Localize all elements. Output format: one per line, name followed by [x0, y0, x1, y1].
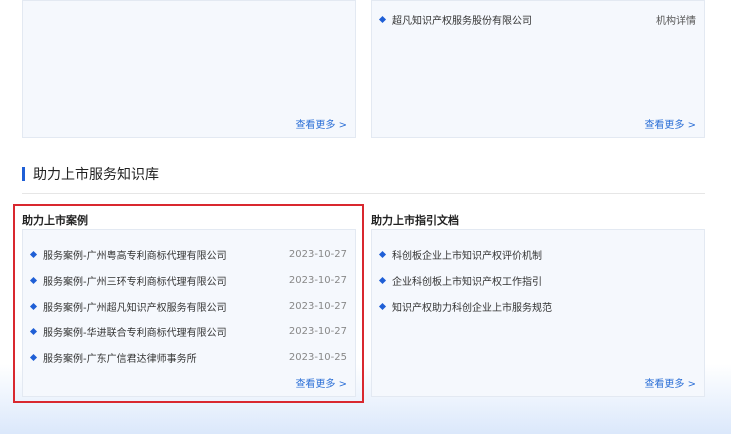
diamond-bullet-icon — [378, 250, 387, 259]
diamond-bullet-icon — [29, 302, 38, 311]
guides-title: 助力上市指引文档 — [371, 214, 459, 227]
org-detail-link[interactable]: 机构详情 — [656, 12, 696, 27]
section-title-text: 助力上市服务知识库 — [33, 167, 159, 183]
case-title[interactable]: 服务案例-广州三环专利商标代理有限公司 — [43, 273, 281, 288]
diamond-bullet-icon — [29, 250, 38, 259]
guide-title[interactable]: 科创板企业上市知识产权评价机制 — [392, 247, 696, 262]
list-item[interactable]: 服务案例-华进联合专利商标代理有限公司 2023-10-27 — [29, 324, 347, 339]
case-date: 2023-10-27 — [288, 275, 347, 286]
cases-title: 助力上市案例 — [22, 214, 88, 227]
guide-title[interactable]: 企业科创板上市知识产权工作指引 — [392, 273, 696, 288]
list-item[interactable]: 超凡知识产权服务股份有限公司 机构详情 — [378, 12, 696, 27]
case-date: 2023-10-27 — [288, 249, 347, 260]
list-item[interactable]: 企业科创板上市知识产权工作指引 — [378, 273, 696, 288]
diamond-bullet-icon — [378, 15, 387, 24]
case-date: 2023-10-27 — [288, 326, 347, 337]
guides-more-link[interactable]: 查看更多 > — [644, 375, 696, 390]
cases-panel: 服务案例-广州粤高专利商标代理有限公司 2023-10-27 服务案例-广州三环… — [22, 229, 356, 397]
list-item[interactable]: 服务案例-广州三环专利商标代理有限公司 2023-10-27 — [29, 273, 347, 288]
cases-more-link[interactable]: 查看更多 > — [295, 375, 347, 390]
diamond-bullet-icon — [378, 276, 387, 285]
diamond-bullet-icon — [29, 276, 38, 285]
top-left-panel: 查看更多 > — [22, 0, 356, 138]
case-title[interactable]: 服务案例-广东广信君达律师事务所 — [43, 350, 281, 365]
case-date: 2023-10-27 — [288, 301, 347, 312]
list-item[interactable]: 知识产权助力科创企业上市服务规范 — [378, 299, 696, 314]
diamond-bullet-icon — [378, 302, 387, 311]
top-right-more-link[interactable]: 查看更多 > — [644, 116, 696, 131]
section-divider — [22, 193, 705, 194]
diamond-bullet-icon — [29, 353, 38, 362]
case-title[interactable]: 服务案例-华进联合专利商标代理有限公司 — [43, 324, 281, 339]
top-right-panel: 超凡知识产权服务股份有限公司 机构详情 查看更多 > — [371, 0, 705, 138]
list-item[interactable]: 服务案例-广州超凡知识产权服务有限公司 2023-10-27 — [29, 299, 347, 314]
list-item[interactable]: 科创板企业上市知识产权评价机制 — [378, 247, 696, 262]
section-bar-icon — [22, 167, 25, 181]
section-heading: 助力上市服务知识库 — [22, 164, 159, 184]
case-title[interactable]: 服务案例-广州粤高专利商标代理有限公司 — [43, 247, 281, 262]
list-item[interactable]: 服务案例-广东广信君达律师事务所 2023-10-25 — [29, 350, 347, 365]
case-title[interactable]: 服务案例-广州超凡知识产权服务有限公司 — [43, 299, 281, 314]
org-name[interactable]: 超凡知识产权服务股份有限公司 — [392, 12, 648, 27]
case-date: 2023-10-25 — [288, 352, 347, 363]
list-item[interactable]: 服务案例-广州粤高专利商标代理有限公司 2023-10-27 — [29, 247, 347, 262]
guide-title[interactable]: 知识产权助力科创企业上市服务规范 — [392, 299, 696, 314]
top-left-more-link[interactable]: 查看更多 > — [295, 116, 347, 131]
guides-panel: 科创板企业上市知识产权评价机制 企业科创板上市知识产权工作指引 知识产权助力科创… — [371, 229, 705, 397]
diamond-bullet-icon — [29, 327, 38, 336]
